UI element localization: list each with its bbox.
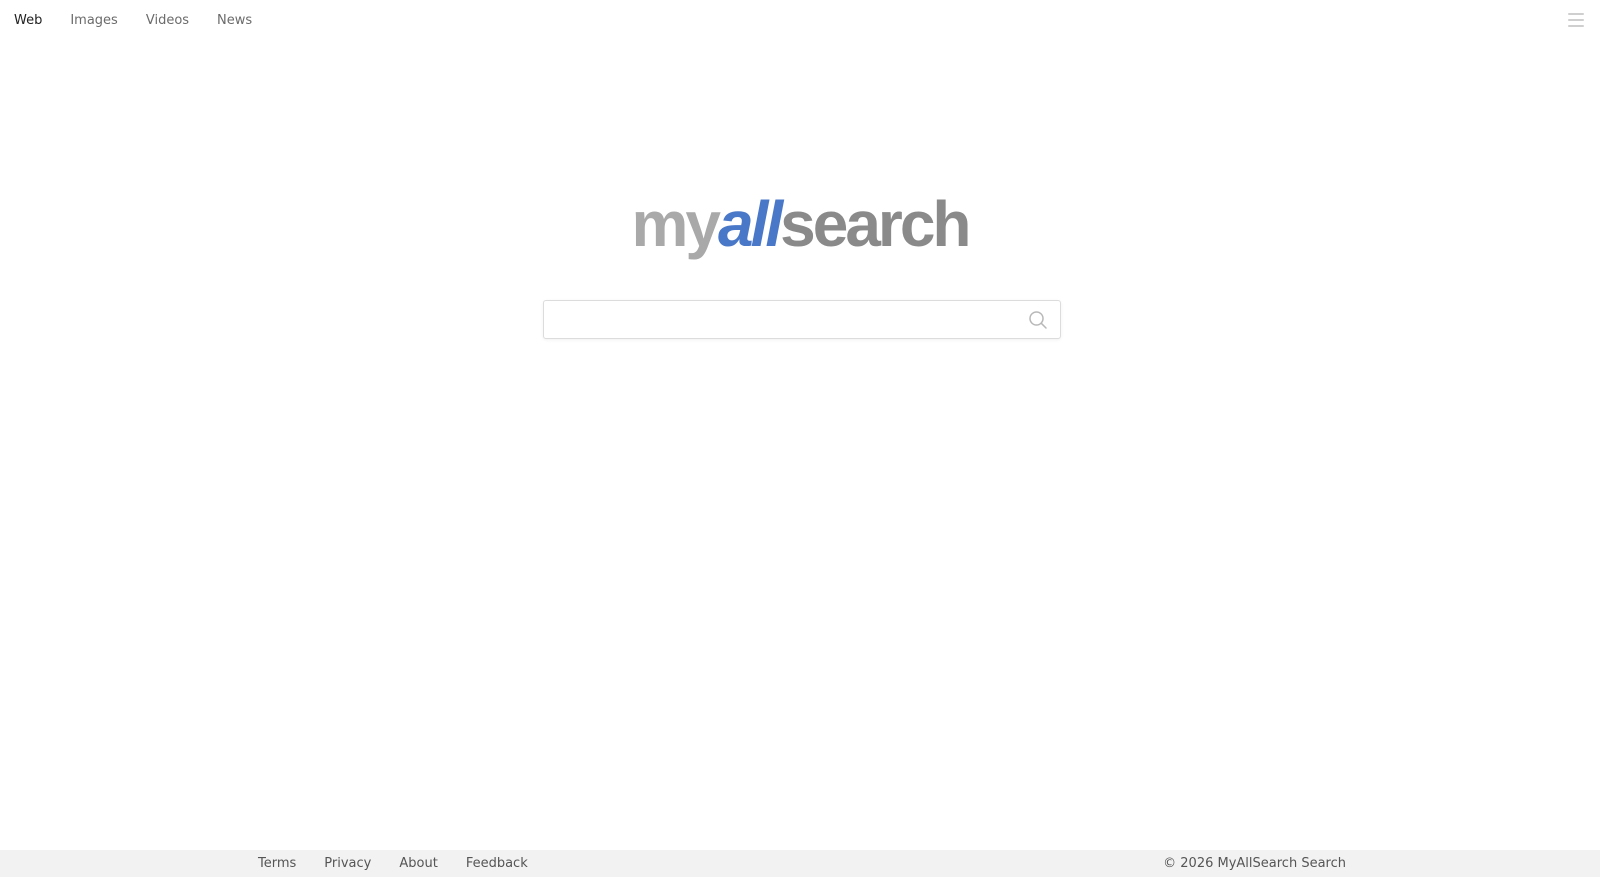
search-input[interactable] — [544, 301, 1004, 338]
hamburger-menu-icon[interactable] — [1568, 13, 1584, 27]
footer: Terms Privacy About Feedback © 2026 MyAl… — [0, 850, 1600, 877]
logo: myallsearch — [0, 192, 1600, 256]
logo-part-all: all — [717, 188, 783, 260]
footer-link-feedback[interactable]: Feedback — [466, 856, 528, 871]
menu-line — [1568, 19, 1584, 21]
footer-link-privacy[interactable]: Privacy — [324, 856, 371, 871]
search-icon[interactable] — [1028, 310, 1048, 330]
nav-item-images[interactable]: Images — [70, 13, 118, 28]
top-nav: Web Images Videos News — [0, 0, 280, 40]
logo-part-search: search — [780, 188, 971, 260]
logo-part-my: my — [631, 188, 720, 260]
nav-item-news[interactable]: News — [217, 13, 252, 28]
nav-item-web[interactable]: Web — [14, 13, 42, 28]
menu-line — [1568, 13, 1584, 15]
footer-link-about[interactable]: About — [399, 856, 437, 871]
menu-line — [1568, 25, 1584, 27]
footer-links: Terms Privacy About Feedback — [258, 850, 556, 877]
footer-link-terms[interactable]: Terms — [258, 856, 296, 871]
nav-item-videos[interactable]: Videos — [146, 13, 189, 28]
page: Web Images Videos News myallsearch Terms… — [0, 0, 1600, 877]
copyright-text: © 2026 MyAllSearch Search — [1163, 856, 1346, 871]
search-box — [543, 300, 1061, 339]
